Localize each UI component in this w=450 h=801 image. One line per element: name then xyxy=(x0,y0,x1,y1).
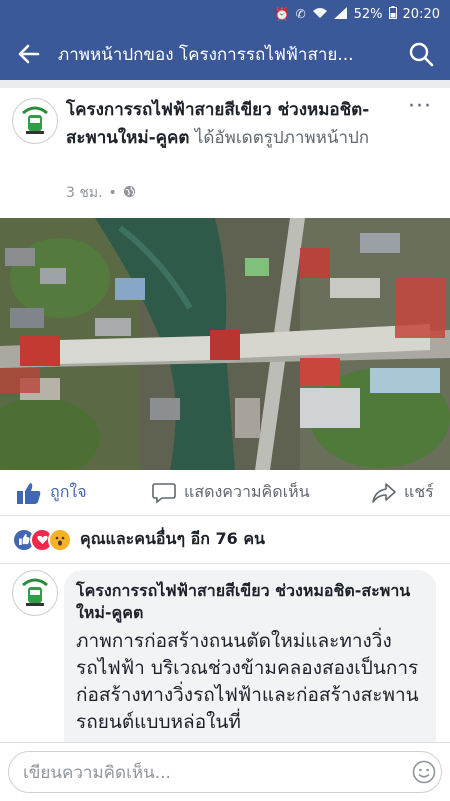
share-icon xyxy=(372,482,396,503)
post-timestamp[interactable]: 3 ชม. xyxy=(66,182,103,204)
reaction-count-text: คุณและคนอื่นๆ อีก 76 คน xyxy=(80,529,265,548)
signal-icon xyxy=(333,6,348,22)
comment-author[interactable]: โครงการรถไฟฟ้าสายสีเขียว ช่วงหมอชิต-สะพา… xyxy=(76,580,424,624)
app-bar: ภาพหน้าปกของ โครงการรถไฟฟ้าสาย... xyxy=(0,28,450,80)
comment-composer: เขียนความคิดเห็น... xyxy=(0,742,450,801)
thumbs-up-icon xyxy=(17,482,41,504)
comment-bubble[interactable]: โครงการรถไฟฟ้าสายสีเขียว ช่วงหมอชิต-สะพา… xyxy=(64,570,436,770)
emoji-icon[interactable] xyxy=(412,760,436,788)
feed-divider xyxy=(0,80,450,88)
more-icon[interactable]: ··· xyxy=(408,94,432,119)
meta-separator: • xyxy=(108,185,117,201)
status-bar: ⏰ ✆ 52% 20:20 xyxy=(0,0,450,28)
back-arrow-icon[interactable] xyxy=(0,28,58,80)
commenter-avatar[interactable] xyxy=(12,570,58,616)
comment-input[interactable]: เขียนความคิดเห็น... xyxy=(8,751,442,793)
search-icon[interactable] xyxy=(392,28,450,80)
like-label: ถูกใจ xyxy=(50,482,87,501)
post-meta: 3 ชม. • xyxy=(66,182,136,204)
comment-label: แสดงความคิดเห็น xyxy=(184,482,310,501)
alarm-icon: ⏰ xyxy=(274,7,290,21)
share-label: แชร์ xyxy=(404,482,434,501)
post-actions: ถูกใจ แสดงความคิดเห็น แชร์ xyxy=(0,470,450,516)
post-action-text: ได้อัพเดตรูปภาพหน้าปก xyxy=(194,128,370,148)
call-icon: ✆ xyxy=(295,7,306,21)
avatar[interactable] xyxy=(12,98,58,144)
comment-button[interactable]: แสดงความคิดเห็น xyxy=(152,480,310,505)
aerial-construction-photo[interactable] xyxy=(0,218,450,470)
comment-item: โครงการรถไฟฟ้าสายสีเขียว ช่วงหมอชิต-สะพา… xyxy=(0,564,450,770)
wifi-icon xyxy=(312,7,328,22)
wow-reaction-icon xyxy=(48,527,72,552)
comment-icon xyxy=(152,482,176,504)
page-title: ภาพหน้าปกของ โครงการรถไฟฟ้าสาย... xyxy=(58,44,354,65)
battery-percent: 52% xyxy=(353,6,383,22)
comment-text: ภาพการก่อสร้างถนนตัดใหม่และทางวิ่งรถไฟฟ้… xyxy=(76,630,419,733)
share-button[interactable]: แชร์ xyxy=(372,480,434,505)
post-title: โครงการรถไฟฟ้าสายสีเขียว ช่วงหมอชิต-สะพา… xyxy=(66,96,396,152)
reaction-summary[interactable]: คุณและคนอื่นๆ อีก 76 คน xyxy=(0,516,450,564)
battery-icon xyxy=(388,6,397,22)
globe-icon xyxy=(123,185,136,202)
like-button[interactable]: ถูกใจ xyxy=(16,480,87,505)
post-header: โครงการรถไฟฟ้าสายสีเขียว ช่วงหมอชิต-สะพา… xyxy=(0,88,450,218)
clock: 20:20 xyxy=(402,6,440,22)
